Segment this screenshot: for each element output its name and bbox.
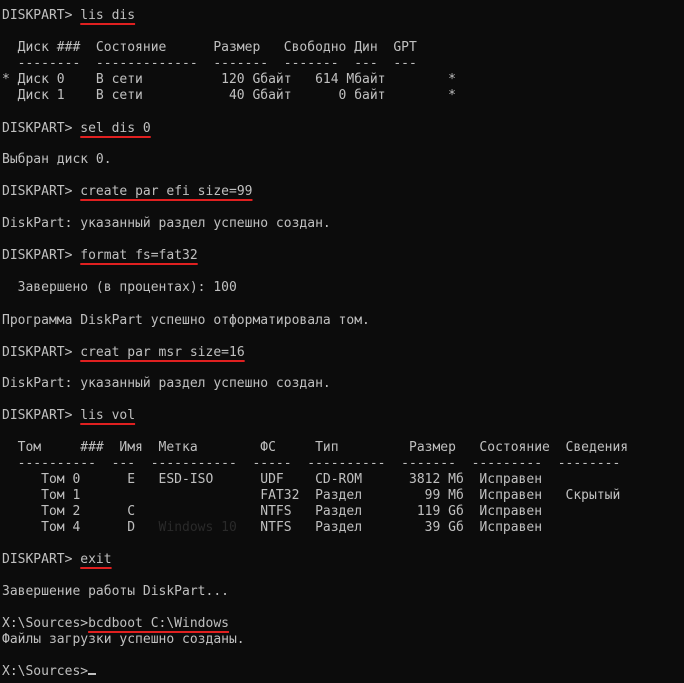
text-cursor	[88, 673, 97, 675]
command-line-format: DISKPART> format fs=fat32	[2, 248, 198, 264]
command-text: exit	[80, 552, 112, 567]
command-text: create par efi size=99	[80, 184, 253, 199]
disk-table-row: * Диск 0 В сети 120 Gбайт 614 Mбайт *	[2, 72, 456, 87]
diskpart-prompt: DISKPART>	[2, 248, 81, 263]
sources-prompt: X:\Sources>	[2, 616, 89, 631]
output-message: DiskPart: указанный раздел успешно созда…	[2, 376, 331, 391]
output-message: Файлы загрузки успешно созданы.	[2, 632, 245, 647]
output-message: Завершено (в процентах): 100	[2, 280, 237, 295]
command-text: format fs=fat32	[80, 248, 198, 263]
command-line-create-efi: DISKPART> create par efi size=99	[2, 184, 252, 200]
volume-table-row: Том 2 C NTFS Раздел 119 Gб Исправен	[2, 504, 543, 519]
command-text: lis vol	[80, 408, 136, 423]
command-text: bcdboot C:\Windows	[88, 616, 229, 631]
console-window[interactable]: DISKPART> lis dis Диск ### Состояние Раз…	[0, 0, 684, 683]
diskpart-prompt: DISKPART>	[2, 408, 81, 423]
command-text: sel dis 0	[80, 121, 151, 136]
diskpart-prompt: DISKPART>	[2, 184, 81, 199]
volume-table-row: Том 4 D Windows 10 NTFS Раздел 39 Gб Исп…	[2, 520, 543, 535]
output-message: Программа DiskPart успешно отформатирова…	[2, 313, 370, 328]
command-line-lis-dis: DISKPART> lis dis	[2, 8, 135, 24]
diskpart-prompt: DISKPART>	[2, 345, 81, 360]
command-text: lis dis	[80, 8, 136, 23]
diskpart-prompt: DISKPART>	[2, 121, 81, 136]
volume-table-row: Том 0 E ESD-ISO UDF CD-ROM 3812 Мб Испра…	[2, 472, 543, 487]
disk-table-header: Диск ### Состояние Размер Свободно Дин G…	[2, 40, 417, 55]
output-message: Завершение работы DiskPart...	[2, 584, 229, 599]
volume-table-row: Том 1 FAT32 Раздел 99 Мб Исправен Скрыты…	[2, 488, 621, 503]
volume-table-separator: ---------- --- ----------- ----- -------…	[2, 456, 621, 471]
output-message: DiskPart: указанный раздел успешно созда…	[2, 216, 331, 231]
diskpart-prompt: DISKPART>	[2, 8, 81, 23]
command-line-lis-vol: DISKPART> lis vol	[2, 408, 135, 424]
disk-table-row: Диск 1 В сети 40 Gбайт 0 байт *	[2, 88, 456, 103]
volume-table-header: Том ### Имя Метка ФС Тип Размер Состояни…	[2, 440, 629, 455]
current-prompt-line[interactable]: X:\Sources>	[2, 664, 97, 680]
command-line-exit: DISKPART> exit	[2, 552, 112, 568]
command-line-bcdboot: X:\Sources>bcdboot C:\Windows	[2, 616, 229, 632]
command-text: creat par msr size=16	[80, 345, 245, 360]
output-message: Выбран диск 0.	[2, 152, 112, 167]
command-line-create-msr: DISKPART> creat par msr size=16	[2, 345, 245, 361]
sources-prompt: X:\Sources>	[2, 664, 89, 679]
volume-label-faint: Windows 10	[158, 520, 237, 535]
diskpart-prompt: DISKPART>	[2, 552, 81, 567]
command-line-sel-dis: DISKPART> sel dis 0	[2, 121, 151, 137]
disk-table-separator: -------- ------------- ------- ------- -…	[2, 56, 417, 71]
